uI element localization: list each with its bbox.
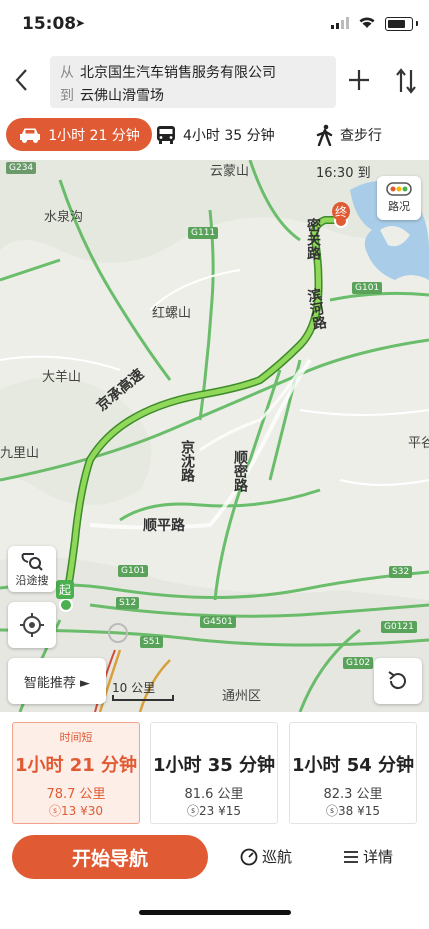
swap-route-button[interactable] [394, 68, 418, 94]
home-indicator [139, 910, 291, 915]
road-shield: S51 [140, 636, 164, 648]
plus-icon [349, 70, 369, 90]
tab-drive[interactable]: 1小时 21 分钟 [6, 118, 152, 151]
refresh-icon [388, 671, 406, 690]
place-label-tongzhou: 通州区 [222, 689, 262, 704]
status-bar: 15:08 ➤ [0, 0, 429, 48]
place-label-dayangshan: 大羊山 [42, 370, 82, 385]
details-label: 详情 [363, 848, 394, 866]
road-shield: S12 [116, 597, 140, 609]
route-option-2[interactable]: 1小时 35 分钟 81.6 公里 ⓢ23 ¥15 [150, 722, 278, 824]
road-label-jingshenlu: 京沈路 [179, 440, 195, 482]
route-option-duration: 1小时 54 分钟 [291, 755, 415, 776]
map-base-layer [0, 160, 429, 712]
route-option-duration: 1小时 35 分钟 [152, 755, 276, 776]
search-along-route-button[interactable]: 沿途搜 [8, 546, 56, 592]
map-scale-label: 10 公里 [112, 681, 156, 695]
place-label-yunmengshan: 云蒙山 [210, 164, 250, 179]
route-option-distance: 81.6 公里 [184, 787, 244, 802]
place-label-pinggu: 平谷 [408, 436, 429, 451]
route-map[interactable]: 云蒙山 水泉沟 红螺山 大羊山 九里山 平谷 通州区 密关路 滨河路 京承高速 … [0, 160, 429, 712]
crosshair-icon [20, 613, 44, 637]
bus-icon [157, 125, 175, 144]
origin-prefix: 从 [60, 65, 74, 81]
route-option-duration: 1小时 21 分钟 [14, 755, 138, 776]
destination-row[interactable]: 到云佛山滑雪场 [60, 85, 164, 105]
travel-mode-tabs: 1小时 21 分钟 4小时 35 分钟 查步行 [0, 115, 429, 155]
road-label-shunpinglu: 顺平路 [143, 518, 185, 534]
route-endpoints-box[interactable]: 从北京国生汽车销售服务有限公司 到云佛山滑雪场 [50, 56, 336, 108]
traffic-light-icon [386, 182, 412, 196]
battery-tip [416, 21, 418, 26]
battery-icon [385, 17, 413, 31]
speedometer-icon [240, 848, 258, 865]
tab-walk-label: 查步行 [340, 127, 382, 144]
road-shield: G102 [343, 657, 374, 669]
smart-recommend-label: 智能推荐 ► [23, 675, 91, 691]
start-marker-label: 起 [56, 580, 75, 599]
locate-me-button[interactable] [8, 602, 56, 648]
route-options: 时间短 1小时 21 分钟 78.7 公里 ⓢ13 ¥30 1小时 35 分钟 … [0, 712, 429, 830]
place-label-hongluoshan: 红螺山 [152, 306, 192, 321]
list-icon [344, 850, 358, 863]
road-shield: G111 [188, 227, 219, 239]
status-time: 15:08 [22, 14, 77, 34]
chevron-left-icon [15, 69, 27, 91]
origin-row[interactable]: 从北京国生汽车销售服务有限公司 [60, 62, 276, 82]
road-shield: G234 [6, 162, 37, 174]
start-navigation-button[interactable]: 开始导航 [12, 835, 208, 879]
road-shield: G4501 [200, 616, 236, 628]
cellular-signal-icon [331, 17, 349, 29]
back-button[interactable] [14, 67, 38, 97]
route-option-fees: ⓢ38 ¥15 [326, 804, 380, 818]
route-option-1[interactable]: 时间短 1小时 21 分钟 78.7 公里 ⓢ13 ¥30 [12, 722, 140, 824]
end-marker-label: 终 [332, 202, 351, 221]
car-icon [20, 128, 41, 143]
wifi-icon [359, 17, 375, 28]
route-option-tag: 时间短 [59, 731, 93, 744]
road-label-shunmilu: 顺密路 [232, 450, 248, 492]
location-arrow-icon: ➤ [75, 16, 86, 30]
road-label-miguanlu: 密关路 [305, 218, 321, 260]
arrival-time-label: 16:30 到 [316, 166, 371, 181]
smart-recommend-button[interactable]: 智能推荐 ► [8, 658, 106, 704]
destination-field[interactable]: 云佛山滑雪场 [80, 88, 164, 104]
road-shield: G101 [118, 565, 149, 577]
place-label-jiulishan: 九里山 [0, 446, 40, 461]
tab-drive-label: 1小时 21 分钟 [48, 127, 140, 144]
cruise-button[interactable]: 巡航 [240, 846, 292, 867]
traffic-label: 路况 [388, 200, 410, 213]
map-scale-bar [112, 695, 174, 701]
add-waypoint-button[interactable] [348, 62, 370, 100]
destination-prefix: 到 [60, 88, 74, 104]
route-search-icon [21, 553, 43, 571]
tab-walk[interactable]: 查步行 [316, 118, 416, 151]
route-option-distance: 78.7 公里 [46, 787, 106, 802]
route-option-distance: 82.3 公里 [323, 787, 383, 802]
route-option-fees: ⓢ23 ¥15 [187, 804, 241, 818]
refresh-route-button[interactable] [374, 658, 422, 704]
walk-icon [316, 124, 333, 146]
road-shield: G101 [352, 282, 383, 294]
road-shield: G0121 [381, 621, 417, 633]
along-route-label: 沿途搜 [15, 574, 49, 587]
tab-transit[interactable]: 4小时 35 分钟 [155, 118, 285, 151]
details-button[interactable]: 详情 [343, 846, 393, 867]
origin-field[interactable]: 北京国生汽车销售服务有限公司 [80, 65, 276, 81]
route-option-3[interactable]: 1小时 54 分钟 82.3 公里 ⓢ38 ¥15 [289, 722, 417, 824]
road-shield: S32 [389, 566, 413, 578]
traffic-toggle-button[interactable]: 路况 [377, 176, 421, 220]
place-label-shuiquangou: 水泉沟 [44, 210, 84, 225]
cruise-label: 巡航 [262, 848, 293, 866]
route-option-fees: ⓢ13 ¥30 [49, 804, 103, 818]
tab-transit-label: 4小时 35 分钟 [183, 127, 275, 144]
